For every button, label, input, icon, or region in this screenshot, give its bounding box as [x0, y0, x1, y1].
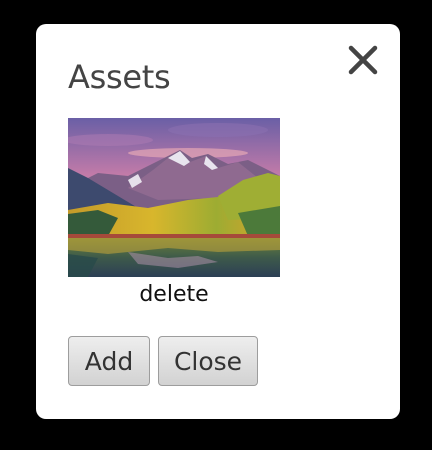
add-button[interactable]: Add: [68, 336, 150, 386]
close-icon[interactable]: [347, 44, 379, 76]
asset-thumbnail: [68, 118, 280, 277]
assets-dialog: Assets delete Add Close: [36, 24, 400, 419]
dialog-title: Assets: [68, 58, 171, 96]
asset-item: delete: [68, 118, 280, 309]
delete-asset-link[interactable]: delete: [68, 281, 280, 309]
close-button[interactable]: Close: [158, 336, 258, 386]
